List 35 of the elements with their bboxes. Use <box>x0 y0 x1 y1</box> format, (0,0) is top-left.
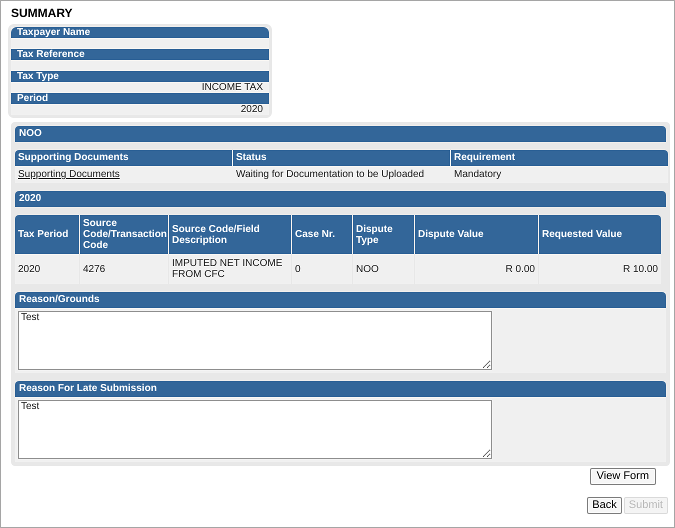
field-label: Tax Type <box>11 71 269 82</box>
column-header: Dispute Value <box>415 215 538 254</box>
table-cell-text: Waiting for Documentation to be Uploaded <box>236 168 424 182</box>
column-header: Tax Period <box>15 215 79 254</box>
field-label: Tax Reference <box>11 49 269 60</box>
table-cell: R 10.00 <box>539 254 661 284</box>
section-header: Reason/Grounds <box>15 292 666 308</box>
column-header: Supporting Documents <box>15 150 232 166</box>
documents-link[interactable]: Supporting Documents <box>18 167 120 182</box>
back-button[interactable]: Back <box>587 497 622 514</box>
table-cell: R 0.00 <box>415 254 538 284</box>
section-header: Reason For Late Submission <box>15 381 666 397</box>
column-header: Requirement <box>451 150 668 166</box>
table-cell: 0 <box>292 254 352 284</box>
table-cell-text: Mandatory <box>454 168 502 182</box>
column-header: Source Code/Transaction Code <box>80 215 168 254</box>
section-header: NOO <box>15 126 666 142</box>
column-header: Case Nr. <box>292 215 352 254</box>
table-cell: 4276 <box>80 254 168 284</box>
section-header: 2020 <box>15 191 666 207</box>
table-cell: IMPUTED NET INCOME FROM CFC <box>169 254 291 284</box>
column-header: Dispute Type <box>353 215 414 254</box>
table-cell: 2020 <box>15 254 79 284</box>
text-area[interactable]: Test <box>18 400 492 459</box>
field-label: Period <box>11 93 269 104</box>
field-label: Taxpayer Name <box>11 27 269 38</box>
column-header: Source Code/Field Description <box>169 215 291 254</box>
field-value: INCOME TAX <box>202 82 263 93</box>
table-cell: NOO <box>353 254 414 284</box>
text-area[interactable]: Test <box>18 311 492 370</box>
column-header: Requested Value <box>539 215 661 254</box>
column-header: Status <box>233 150 450 166</box>
page-title: SUMMARY <box>11 5 74 21</box>
field-value: 2020 <box>240 104 263 115</box>
view-form-button[interactable]: View Form <box>590 468 656 485</box>
